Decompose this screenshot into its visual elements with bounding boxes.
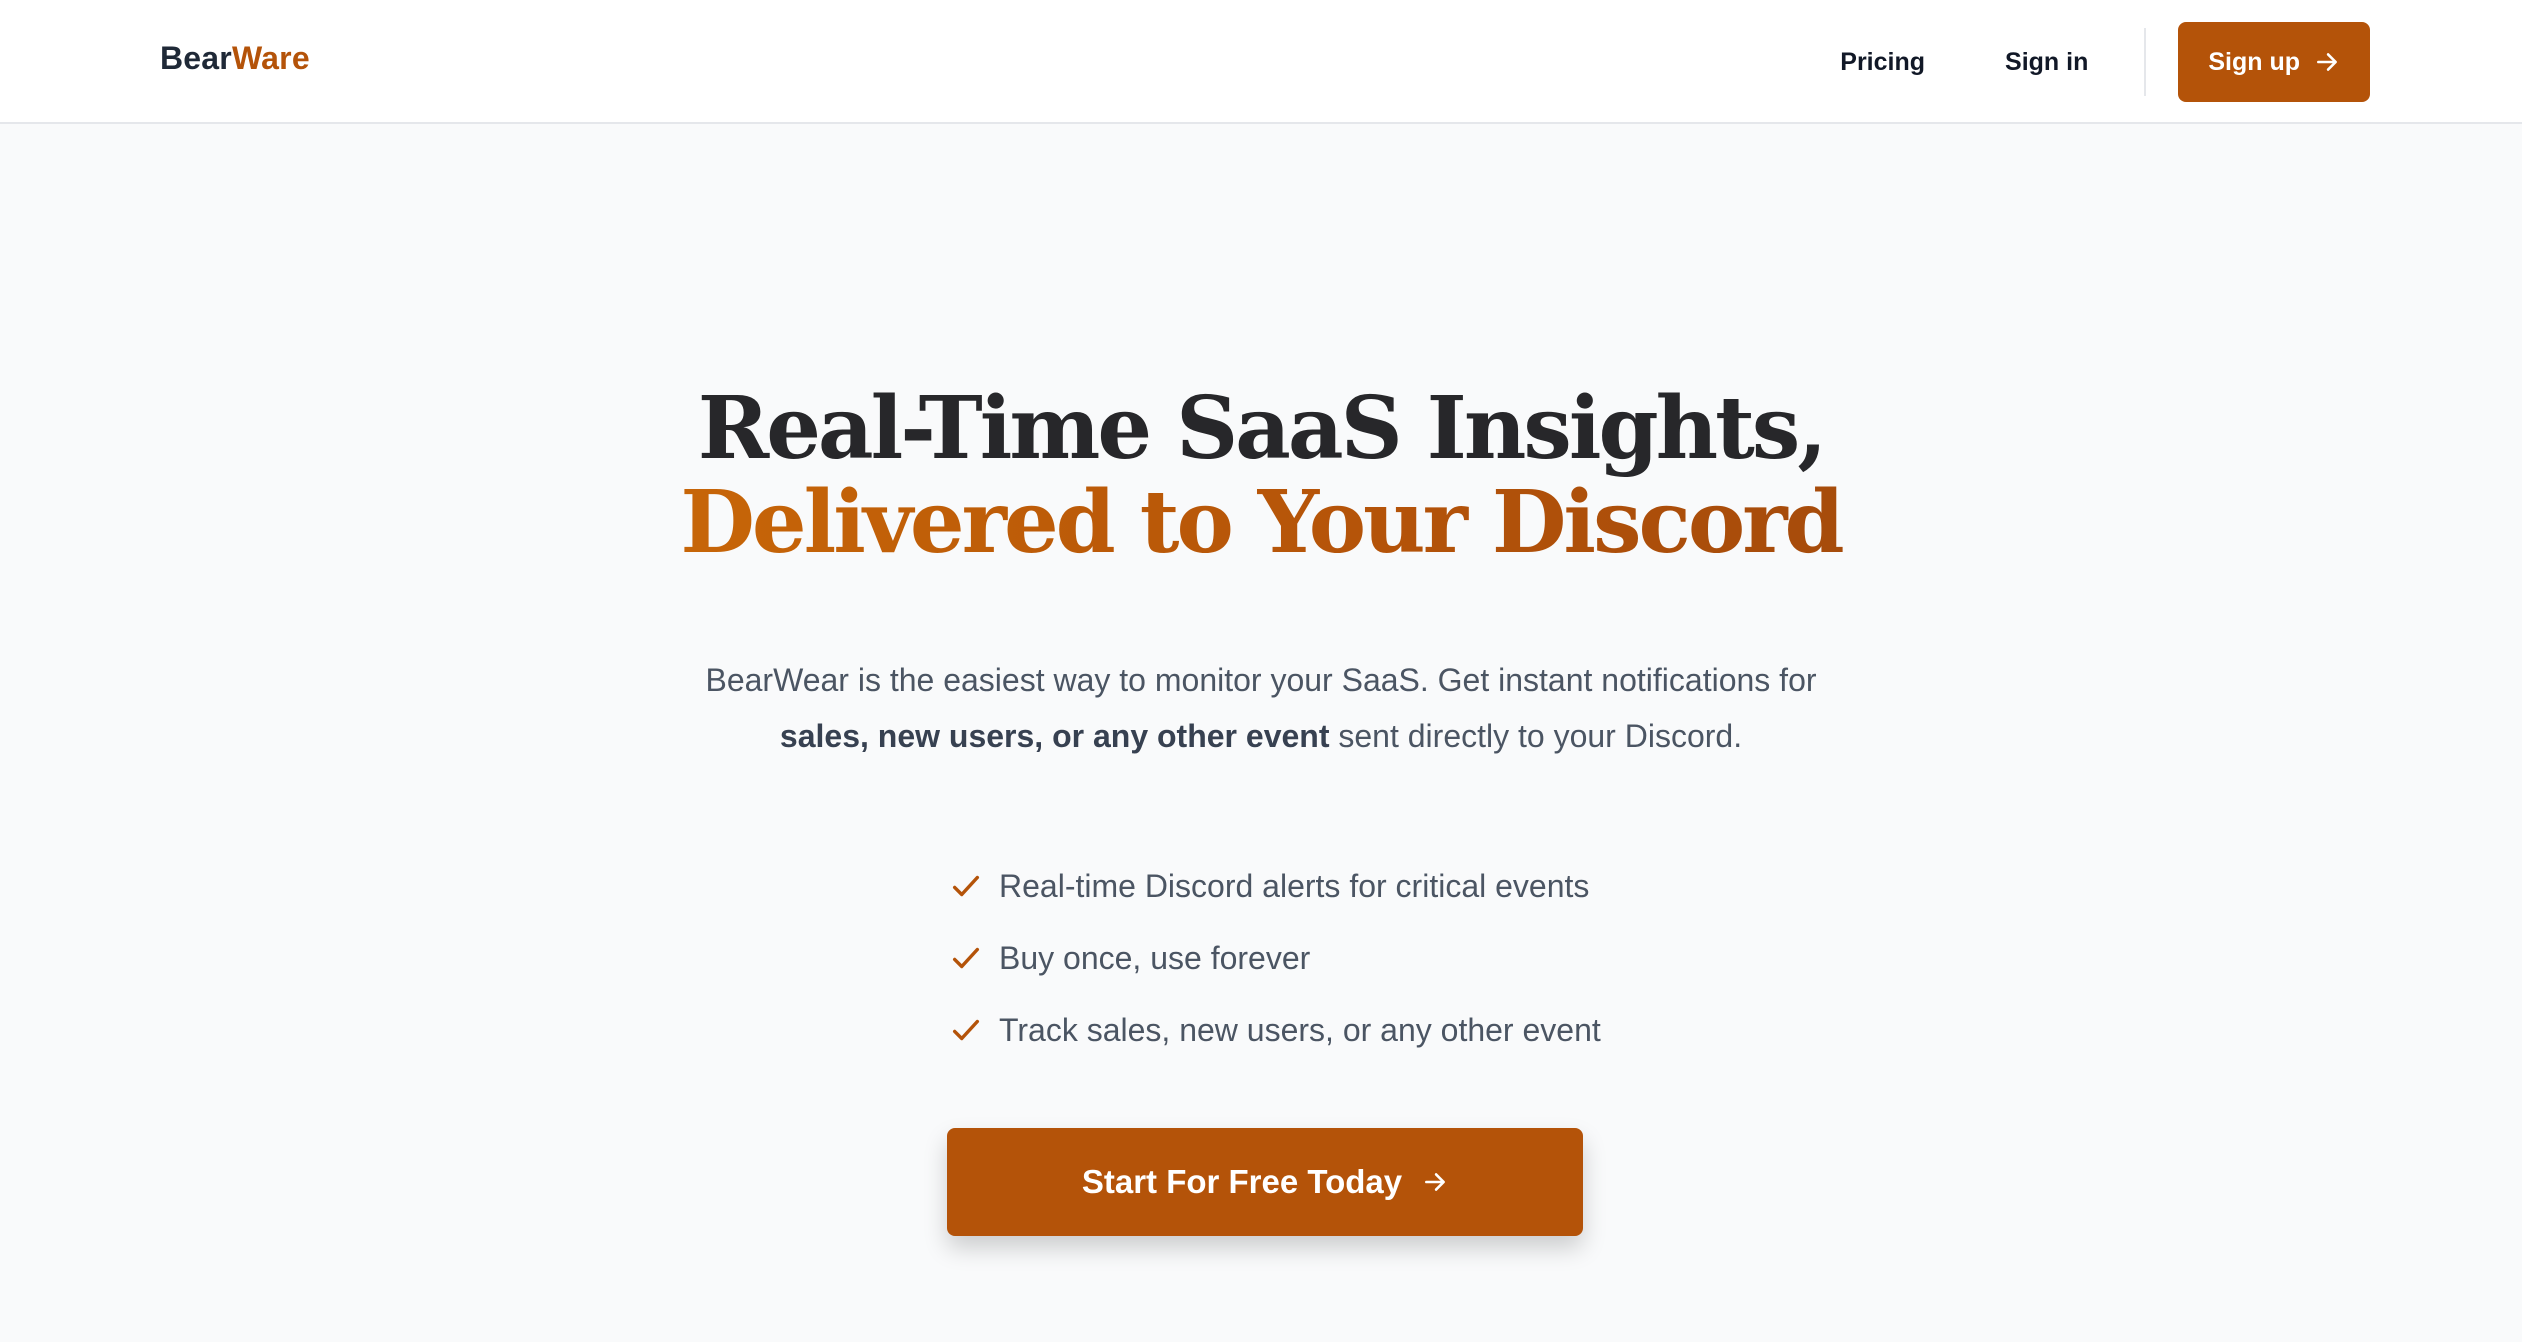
feature-item: Real-time Discord alerts for critical ev… xyxy=(949,850,1601,922)
navbar: BearWare Pricing Sign in Sign up xyxy=(0,0,2522,124)
check-icon xyxy=(952,947,980,969)
cta-label: Start For Free Today xyxy=(1081,1163,1403,1200)
nav-link-sign-in[interactable]: Sign in xyxy=(2005,48,2088,77)
logo-text-accent: Ware xyxy=(231,40,310,76)
headline-line-2: Delivered to Your Discord xyxy=(0,476,2522,570)
arrow-right-icon xyxy=(2317,53,2337,71)
hero-headline: Real-Time SaaS Insights, Delivered to Yo… xyxy=(0,382,2522,570)
description-text-1: BearWear is the easiest way to monitor y… xyxy=(705,662,1817,698)
brand-logo[interactable]: BearWare xyxy=(160,40,310,77)
feature-list: Real-time Discord alerts for critical ev… xyxy=(949,850,1601,1066)
description-text-2: sent directly to your Discord. xyxy=(1329,718,1743,754)
feature-text: Track sales, new users, or any other eve… xyxy=(999,1011,1601,1048)
hero-section: Real-Time SaaS Insights, Delivered to Yo… xyxy=(0,126,2522,1340)
logo-text-primary: Bear xyxy=(160,40,232,76)
feature-item: Track sales, new users, or any other eve… xyxy=(949,994,1601,1066)
sign-up-label: Sign up xyxy=(2208,47,2300,76)
nav-link-pricing[interactable]: Pricing xyxy=(1840,48,1925,77)
nav-divider xyxy=(2144,28,2147,96)
nav-links: Pricing Sign in Sign up xyxy=(1840,22,2370,102)
hero-description: BearWear is the easiest way to monitor y… xyxy=(661,652,1861,764)
headline-line-1: Real-Time SaaS Insights, xyxy=(697,378,1828,479)
feature-text: Real-time Discord alerts for critical ev… xyxy=(999,867,1590,904)
feature-text: Buy once, use forever xyxy=(999,939,1311,976)
check-icon xyxy=(952,875,980,897)
sign-up-button[interactable]: Sign up xyxy=(2178,22,2370,102)
arrow-right-icon xyxy=(1425,1173,1446,1191)
start-free-button[interactable]: Start For Free Today xyxy=(947,1128,1583,1236)
check-icon xyxy=(952,1019,980,1041)
description-bold: sales, new users, or any other event xyxy=(779,718,1330,754)
feature-item: Buy once, use forever xyxy=(949,922,1601,994)
